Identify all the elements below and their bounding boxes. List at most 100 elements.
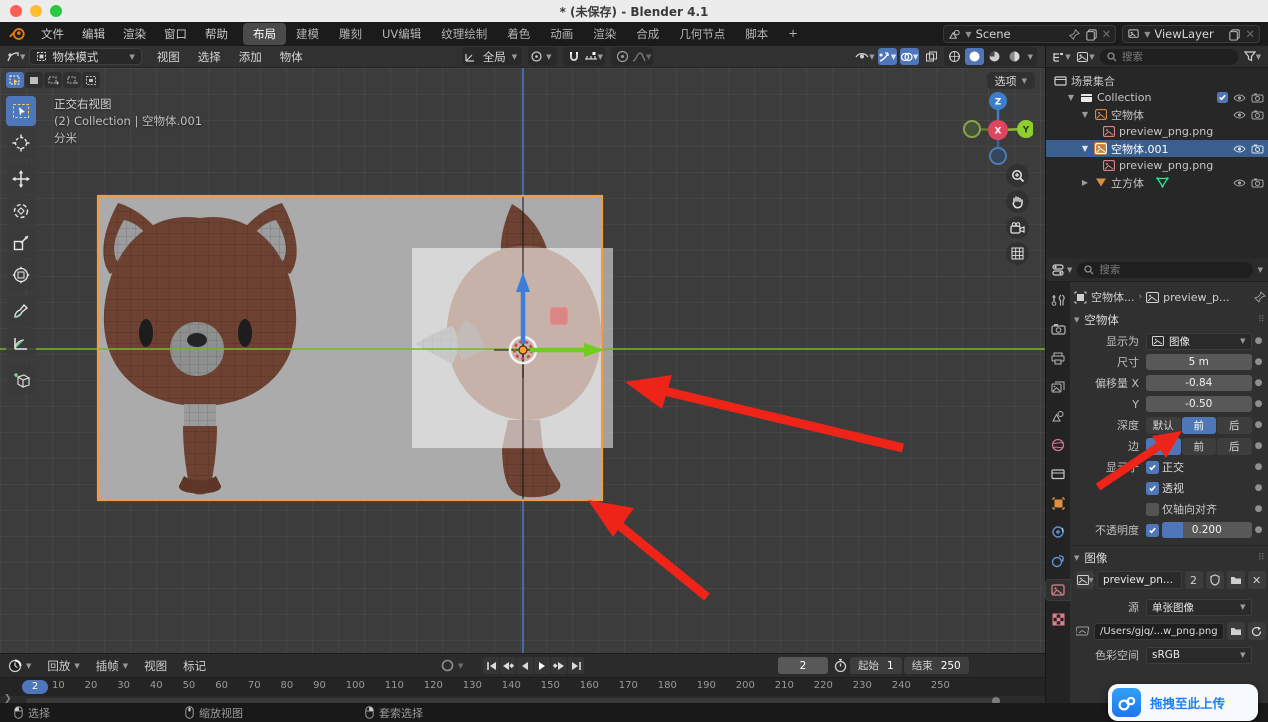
tab-tool[interactable] [1046,290,1070,310]
depth-front-button[interactable]: 前 [1182,417,1217,434]
outliner-search-input[interactable]: 搜索 [1100,49,1238,65]
new-scene-icon[interactable] [1085,28,1098,41]
hide-eye-icon[interactable] [1233,144,1246,154]
tab-constraints[interactable] [1046,522,1070,542]
pan-hand-icon[interactable] [1006,190,1029,213]
overlays-toggle[interactable]: ▼ [900,48,919,65]
menu-file[interactable]: 文件 [32,24,73,44]
tab-texture-paint[interactable]: 纹理绘制 [431,23,497,45]
play-button[interactable] [534,657,550,674]
jump-to-end-button[interactable] [568,657,584,674]
tab-physics[interactable] [1046,551,1070,571]
transform-tool[interactable] [6,260,36,290]
depth-back-button[interactable]: 后 [1217,417,1252,434]
offset-x-field[interactable]: -0.84 [1146,375,1252,391]
snap-magnet-icon[interactable] [565,48,584,65]
menu-view[interactable]: 视图 [148,49,189,65]
xray-toggle[interactable] [922,48,941,65]
breadcrumb-object[interactable]: 空物体... [1091,289,1135,305]
disable-render-camera-icon[interactable] [1251,110,1264,120]
tab-rendering[interactable]: 渲染 [583,23,626,45]
select-mode-new[interactable] [25,72,43,88]
menu-keying[interactable]: 插帧▼ [88,658,136,674]
properties-editor-selector[interactable]: ▼ [1052,261,1072,278]
scale-tool[interactable] [6,228,36,258]
menu-help[interactable]: 帮助 [196,24,237,44]
select-mode-subtract[interactable] [63,72,81,88]
toggle-grid-icon[interactable] [1006,242,1029,265]
menu-object[interactable]: 物体 [271,49,312,65]
menu-edit[interactable]: 编辑 [73,24,114,44]
shading-rendered-icon[interactable] [1005,48,1024,65]
tab-geometry-nodes[interactable]: 几何节点 [669,23,735,45]
tab-scripting[interactable]: 脚本 [735,23,778,45]
tab-texture[interactable] [1046,609,1070,629]
tab-output[interactable] [1046,348,1070,368]
open-image-folder-icon[interactable] [1227,571,1245,589]
hide-eye-icon[interactable] [1233,93,1246,103]
frame-start-field[interactable]: 起始1 [850,657,902,674]
pin-icon[interactable] [1068,28,1081,41]
outliner-filter-type-dropdown[interactable]: ▼ [1076,48,1095,65]
side-both-button[interactable] [1146,438,1181,455]
current-frame-badge[interactable]: 2 [22,680,48,694]
remove-viewlayer-icon[interactable]: ✕ [1245,27,1255,41]
pivot-point-dropdown[interactable]: ▼ [528,47,556,66]
disable-render-camera-icon[interactable] [1251,144,1264,154]
tab-data-image[interactable] [1046,580,1070,600]
pin-icon[interactable] [1254,291,1266,303]
outliner-filter-icon[interactable]: ▼ [1243,48,1262,65]
add-workspace-button[interactable]: + [778,23,808,45]
scene-collection-row[interactable]: 场景集合 [1046,72,1268,89]
select-mode-intersect[interactable] [82,72,100,88]
breadcrumb-data[interactable]: preview_p... [1163,291,1229,304]
image-data-row[interactable]: preview_png.png [1046,123,1268,140]
gizmo-y-neg-ball[interactable] [964,121,980,137]
select-mode-extend[interactable] [44,72,62,88]
menu-add[interactable]: 添加 [230,49,271,65]
tab-animation[interactable]: 动画 [540,23,583,45]
cube-row[interactable]: ▶ 立方体 [1046,174,1268,191]
opacity-checkbox[interactable] [1146,524,1159,537]
unlink-scene-icon[interactable]: ✕ [1102,27,1112,41]
filepath-field[interactable]: /Users/gjq/...w_png.png [1094,623,1224,640]
mode-dropdown[interactable]: 物体模式 ▼ [29,48,141,65]
falloff-curve-icon[interactable]: ▼ [632,48,651,65]
next-keyframe-button[interactable] [551,657,567,674]
size-field[interactable]: 5 m [1146,354,1252,370]
auto-keyframe-toggle[interactable]: ▼ [440,658,463,673]
empty-object-001-row[interactable]: ▼ 空物体.001 [1046,140,1268,157]
image-panel-header[interactable]: ▼ 图像 ⠿ [1074,548,1266,568]
tab-shading[interactable]: 着色 [497,23,540,45]
show-orthographic-checkbox[interactable] [1146,461,1159,474]
shading-wireframe-icon[interactable] [945,48,964,65]
outliner-display-mode-dropdown[interactable]: ▼ [1052,48,1071,65]
menu-playback[interactable]: 回放▼ [39,658,87,674]
fake-user-shield-icon[interactable] [1206,571,1224,589]
menu-render[interactable]: 渲染 [114,24,155,44]
blender-logo-icon[interactable] [8,26,26,42]
menu-view-timeline[interactable]: 视图 [136,658,175,674]
add-cube-tool[interactable] [6,364,36,394]
opacity-slider[interactable]: 0.200 [1162,522,1252,538]
empty-panel-header[interactable]: ▼ 空物体 ⠿ [1074,310,1266,330]
gizmo-z-neg-ball[interactable] [990,148,1006,164]
tab-sculpting[interactable]: 雕刻 [329,23,372,45]
camera-view-icon[interactable] [1006,216,1029,239]
zoom-icon[interactable] [1006,164,1029,187]
properties-search-input[interactable]: 搜索 [1077,262,1252,278]
image-users-count[interactable]: 2 [1185,571,1203,589]
menu-select[interactable]: 选择 [189,49,230,65]
scene-selector[interactable]: ▼ Scene ✕ [943,25,1116,43]
menu-marker[interactable]: 标记 [175,658,214,674]
tab-modeling[interactable]: 建模 [286,23,329,45]
source-dropdown[interactable]: 单张图像 ▼ [1146,599,1252,616]
tab-world[interactable] [1046,435,1070,455]
display-as-dropdown[interactable]: 图像 ▼ [1146,333,1252,350]
annotate-tool[interactable] [6,296,36,326]
only-axis-aligned-checkbox[interactable] [1146,503,1159,516]
tab-render[interactable] [1046,319,1070,339]
measure-tool[interactable] [6,328,36,358]
collection-checkbox[interactable] [1217,92,1228,103]
tab-object[interactable] [1046,493,1070,513]
